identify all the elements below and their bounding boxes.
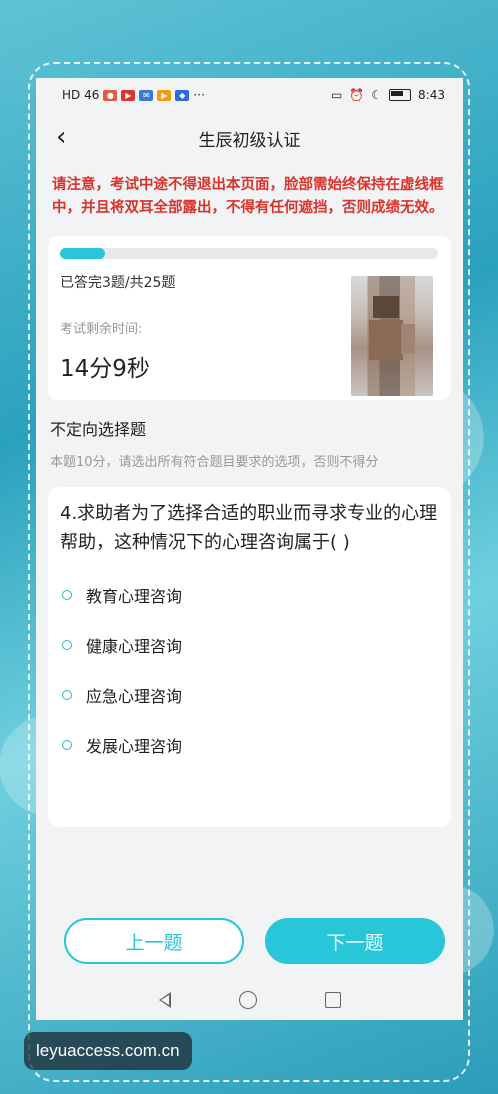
radio-icon[interactable] [62,690,72,700]
option-d[interactable]: 发展心理咨询 [60,733,439,757]
radio-icon[interactable] [62,590,72,600]
clock: 8:43 [418,88,445,102]
status-bar: HD 46 ● ▶ ✉ ▶ ◆ ··· ▭ ⏰ ☾ 8:43 [36,78,463,112]
system-recents-icon[interactable] [324,992,341,1008]
more-notifications-icon: ··· [193,88,205,102]
browser-notification-icon: ◆ [175,89,190,101]
question-type: 不定向选择题 [50,420,147,439]
alarm-icon: ⏰ [349,88,365,102]
moon-icon: ☾ [371,88,383,102]
face-camera-preview [351,276,433,396]
video-notification-icon: ▶ [121,89,136,101]
exam-warning: 请注意，考试中途不得退出本页面，脸部需始终保持在虚线框中，并且将双耳全部露出，不… [52,177,444,216]
watermark: leyuaccess.com.cn [24,1032,192,1070]
previous-question-button[interactable]: 上一题 [64,918,244,964]
page-title: 生辰初级认证 [198,130,301,151]
option-c[interactable]: 应急心理咨询 [60,683,439,707]
cast-icon: ▭ [330,88,343,102]
system-home-icon[interactable] [238,991,257,1009]
mail-notification-icon: ✉ [139,89,154,101]
phone-screen: HD 46 ● ▶ ✉ ▶ ◆ ··· ▭ ⏰ ☾ 8:43 ‹ 生辰初级认证 … [36,78,463,1020]
question-instructions: 本题10分，请选出所有符合题目要求的选项，否则不得分 [50,455,379,470]
radio-icon[interactable] [62,740,72,750]
system-back-icon[interactable] [158,992,171,1008]
battery-icon [389,89,412,101]
question-text: 4.求助者为了选择合适的职业而寻求专业的心理帮助，这种情况下的心理咨询属于( ) [60,503,438,553]
play-notification-icon: ▶ [157,89,172,101]
status-right: ▭ ⏰ ☾ 8:43 [331,88,445,102]
option-label: 发展心理咨询 [86,737,183,756]
progress-bar [60,248,438,259]
app-notification-icon: ● [103,89,118,101]
network-indicator: HD 46 [62,88,100,102]
back-icon[interactable]: ‹ [56,124,66,150]
blurred-side-block [401,324,415,354]
status-left: HD 46 ● ▶ ✉ ▶ ◆ ··· [62,88,205,102]
next-question-button[interactable]: 下一题 [265,918,445,964]
option-label: 应急心理咨询 [86,687,183,706]
progress-card: 已答完3题/共25题 考试剩余时间: 14分9秒 [48,236,451,400]
system-nav-bar [36,980,463,1020]
question-card: 4.求助者为了选择合适的职业而寻求专业的心理帮助，这种情况下的心理咨询属于( )… [48,487,451,827]
option-a[interactable]: 教育心理咨询 [60,583,439,607]
blurred-body-block [369,320,403,360]
option-b[interactable]: 健康心理咨询 [60,633,439,657]
blurred-face-block [373,296,399,318]
option-label: 教育心理咨询 [86,587,183,606]
option-label: 健康心理咨询 [86,637,183,656]
nav-buttons: 上一题 下一题 [36,918,463,964]
nav-bar: ‹ 生辰初级认证 [36,112,463,164]
progress-fill [60,248,106,259]
radio-icon[interactable] [62,640,72,650]
